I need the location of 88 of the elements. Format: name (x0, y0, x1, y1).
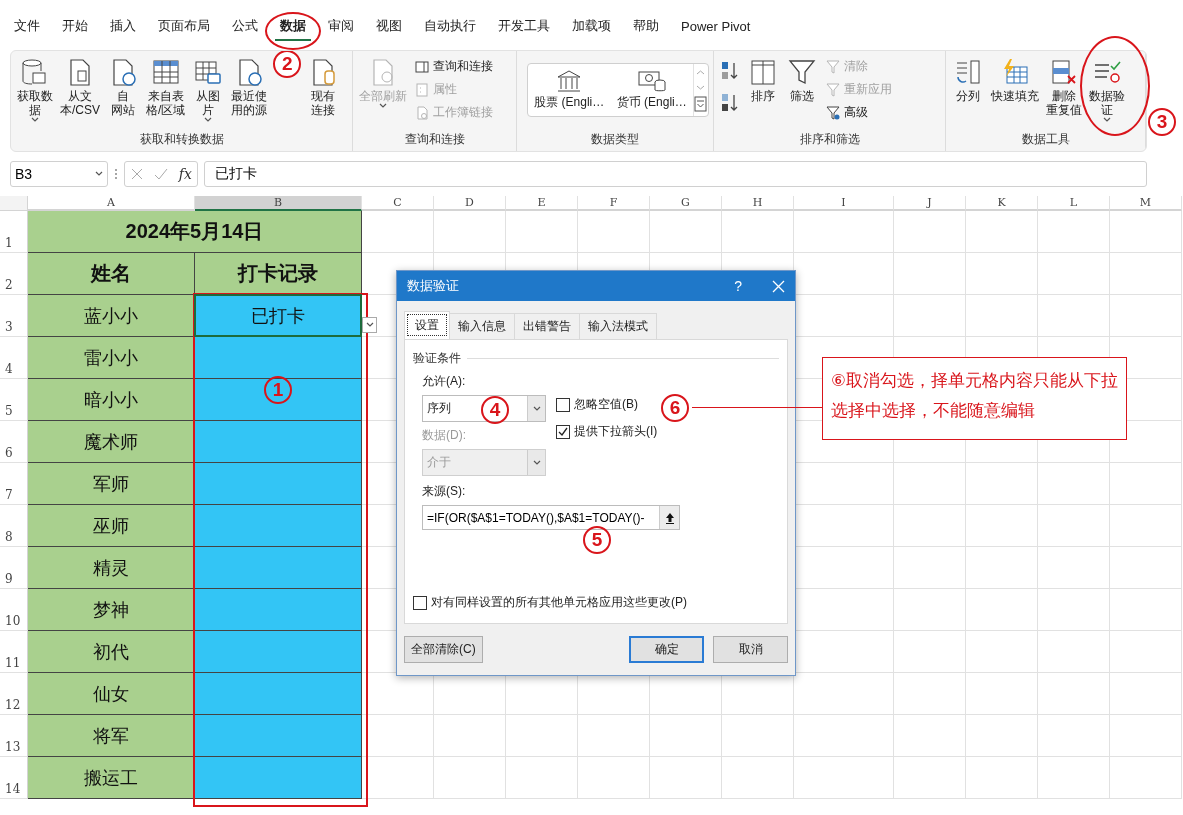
table-cell: 打卡记录 (195, 253, 362, 295)
ribbon-button[interactable]: 从文 本/CSV (58, 55, 102, 119)
table-cell: 雷小小 (28, 337, 195, 379)
column-header[interactable]: L (1038, 196, 1110, 211)
ribbon-button[interactable]: 查询和连接 (412, 57, 495, 76)
menu-tab[interactable]: 自动执行 (419, 13, 481, 41)
field-label: 允许(A): (422, 373, 467, 390)
dialog-button[interactable]: 取消 (713, 636, 788, 663)
menu-tab[interactable]: 加载项 (567, 13, 616, 41)
table-cell: 2024年5月14日 (28, 211, 362, 253)
section-title: 验证条件 (413, 350, 461, 367)
column-header[interactable]: D (434, 196, 506, 211)
column-header[interactable]: K (966, 196, 1038, 211)
column-header[interactable]: I (794, 196, 894, 211)
ribbon-button[interactable]: 数据验 证 (1087, 55, 1127, 125)
menu-tab[interactable]: Power Pivot (676, 14, 756, 40)
menu-tab[interactable]: 帮助 (628, 13, 664, 41)
insert-function-button[interactable]: fx (178, 166, 192, 182)
field-label: 来源(S): (422, 483, 467, 500)
column-header[interactable]: H (722, 196, 794, 211)
group-label: 排序和筛选 (798, 132, 861, 147)
menu-tab[interactable]: 插入 (105, 13, 141, 41)
group-label: 数据类型 (590, 132, 640, 147)
step-marker: 1 (264, 376, 292, 404)
table-cell: 梦神 (28, 589, 195, 631)
menu-tab[interactable]: 文件 (9, 13, 45, 41)
column-header[interactable]: M (1110, 196, 1182, 211)
column-header[interactable]: B (195, 196, 362, 211)
ribbon-button[interactable]: 分列 (950, 55, 986, 105)
callout-note: ⑥取消勾选，择单元格内容只能从下拉选择中选择，不能随意编辑 (822, 357, 1127, 440)
formula-field[interactable]: 已打卡 (204, 161, 1147, 187)
source-field[interactable]: =IF(OR($A$1=TODAY(),$A$1=TODAY()- (422, 505, 680, 530)
column-header[interactable]: A (28, 196, 195, 211)
step-marker: 5 (583, 526, 611, 554)
field-label: 数据(D): (422, 427, 467, 444)
table-cell: 巫师 (28, 505, 195, 547)
table-cell: 精灵 (28, 547, 195, 589)
checkbox[interactable]: 忽略空值(B) (556, 396, 658, 413)
clear-all-button[interactable]: 全部清除(C) (404, 636, 483, 663)
column-header[interactable]: G (650, 196, 722, 211)
menu-tab[interactable]: 审阅 (323, 13, 359, 41)
table-cell: 初代 (28, 631, 195, 673)
step-marker: 3 (1148, 108, 1176, 136)
ribbon-button[interactable]: 高级 (823, 103, 894, 122)
help-button[interactable]: ? (734, 278, 742, 294)
name-box[interactable]: B3 (10, 161, 108, 187)
checkbox[interactable]: 对有同样设置的所有其他单元格应用这些更改(P) (413, 594, 779, 611)
dialog-title: 数据验证 (407, 277, 460, 295)
dialog-button[interactable]: 确定 (629, 636, 704, 663)
menu-tab[interactable]: 页面布局 (153, 13, 215, 41)
table-cell: 军师 (28, 463, 195, 505)
table-cell: 暗小小 (28, 379, 195, 421)
step-marker: 4 (481, 396, 509, 424)
gallery-item[interactable]: 货币 (Engli… (610, 64, 693, 116)
ribbon-button[interactable]: 快速填充 (989, 55, 1041, 105)
table-cell: 将军 (28, 715, 195, 757)
table-cell: 仙女 (28, 673, 195, 715)
menu-tab[interactable]: 公式 (227, 13, 263, 41)
column-header[interactable]: E (506, 196, 578, 211)
ribbon-button[interactable]: 自 网站 (105, 55, 141, 119)
ribbon-button[interactable]: 从图 片 (190, 55, 227, 125)
group-label: 数据工具 (1020, 132, 1071, 147)
column-header[interactable]: C (362, 196, 434, 211)
column-header[interactable]: F (578, 196, 650, 211)
menu-tab[interactable]: 视图 (371, 13, 407, 41)
ribbon-button[interactable]: 筛选 (784, 55, 820, 105)
group-label: 查询和连接 (403, 132, 466, 147)
group-label: 获取和转换数据 (138, 132, 225, 147)
ribbon-button[interactable]: 最近使 用的源 (229, 55, 270, 119)
ribbon-button[interactable]: 现有 连接 (305, 55, 342, 119)
table-cell: 蓝小小 (28, 295, 195, 337)
step-marker: 2 (273, 51, 302, 78)
menu-tab[interactable]: 数据 (275, 13, 311, 41)
menu-tab[interactable]: 开始 (57, 13, 93, 41)
ribbon-button[interactable]: 排序 (745, 55, 781, 105)
ribbon-button[interactable]: 来自表 格/区域 (144, 55, 188, 119)
dialog-tab[interactable]: 设置 (404, 311, 450, 339)
table-cell: 搬运工 (28, 757, 195, 799)
table-cell: 姓名 (28, 253, 195, 295)
dialog-tab[interactable]: 输入法模式 (579, 313, 657, 339)
ribbon-button[interactable]: 获取数 据 (15, 55, 55, 125)
checkbox[interactable]: 提供下拉箭头(I) (556, 423, 658, 440)
ribbon-button[interactable]: 删除 重复值 (1044, 55, 1084, 119)
menu-tab[interactable]: 开发工具 (493, 13, 555, 41)
step-marker: 6 (661, 394, 689, 422)
column-header[interactable]: J (894, 196, 966, 211)
table-cell: 魔术师 (28, 421, 195, 463)
gallery-item[interactable]: 股票 (Engli… (528, 64, 611, 116)
